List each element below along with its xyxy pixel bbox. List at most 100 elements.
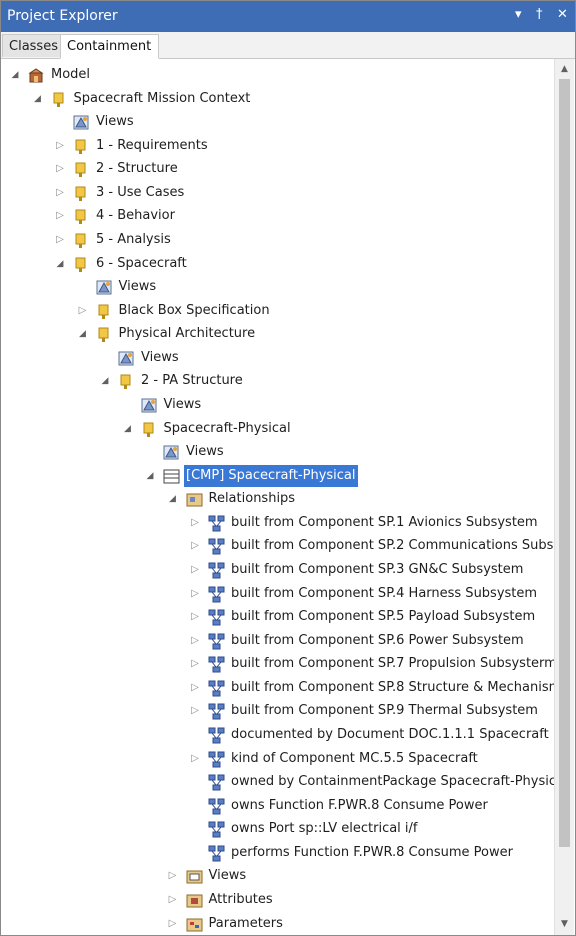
tree-node-label[interactable]: Spacecraft Mission Context <box>72 88 253 110</box>
tree-node-label[interactable]: owns Function F.PWR.8 Consume Power <box>229 795 490 817</box>
tree-node[interactable]: ▷ Black Box Specification <box>1 300 554 322</box>
tree-node[interactable]: ◢ Model <box>1 64 554 86</box>
tree-node[interactable]: owned by ContainmentPackage Spacecraft-P… <box>1 771 554 793</box>
expand-arrow-icon[interactable]: ▷ <box>190 535 200 557</box>
tree-node-label[interactable]: 6 - Spacecraft <box>94 253 189 275</box>
collapse-arrow-icon[interactable]: ◢ <box>168 488 178 510</box>
tree-node[interactable]: ▷ built from Component SP.3 GN&C Subsyste… <box>1 559 554 581</box>
expand-arrow-icon[interactable]: ▷ <box>190 748 200 770</box>
expand-arrow-icon[interactable]: ▷ <box>190 653 200 675</box>
tree-node-label[interactable]: Views <box>139 347 181 369</box>
tree-node[interactable]: ▷ built from Component SP.2 Communication… <box>1 535 554 557</box>
tree-node[interactable]: ▷ 4 - Behavior <box>1 205 554 227</box>
collapse-arrow-icon[interactable]: ◢ <box>33 88 43 110</box>
tree-node-label[interactable]: built from Component SP.9 Thermal Subsys… <box>229 700 540 722</box>
tree-node-label[interactable]: built from Component SP.7 Propulsion Sub… <box>229 653 554 675</box>
tree-node[interactable]: ▷ 1 - Requirements <box>1 135 554 157</box>
tree-node-label[interactable]: Model <box>49 64 92 86</box>
tree-node[interactable]: ▷ built from Component SP.5 Payload Subsy… <box>1 606 554 628</box>
expand-arrow-icon[interactable]: ▷ <box>190 606 200 628</box>
tree-node-label[interactable]: owned by ContainmentPackage Spacecraft-P… <box>229 771 554 793</box>
tree-node[interactable]: documented by Document DOC.1.1.1 Spacecr… <box>1 724 554 746</box>
tree-node-label[interactable]: Black Box Specification <box>117 300 272 322</box>
tree-node-label[interactable]: 5 - Analysis <box>94 229 173 251</box>
tree-node[interactable]: ▷ 5 - Analysis <box>1 229 554 251</box>
tree-node-label[interactable]: Physical Architecture <box>117 323 258 345</box>
tree-node[interactable]: owns Port sp::LV electrical i/f <box>1 818 554 840</box>
pin-icon[interactable]: † <box>536 7 543 22</box>
tree-node-label[interactable]: 2 - PA Structure <box>139 370 245 392</box>
tree-node-label[interactable]: built from Component SP.2 Communications… <box>229 535 554 557</box>
collapse-arrow-icon[interactable]: ◢ <box>145 465 155 487</box>
tree-node[interactable]: ▷ built from Component SP.4 Harness Subsy… <box>1 583 554 605</box>
expand-arrow-icon[interactable]: ▷ <box>78 300 88 322</box>
tree-node-label[interactable]: 1 - Requirements <box>94 135 210 157</box>
expand-arrow-icon[interactable]: ▷ <box>55 135 65 157</box>
tree-node[interactable]: ▷ 2 - Structure <box>1 158 554 180</box>
close-icon[interactable]: ✕ <box>557 7 568 22</box>
scroll-thumb[interactable] <box>559 79 570 847</box>
tree-node-label[interactable]: [CMP] Spacecraft-Physical <box>183 463 359 488</box>
tree-node-label[interactable]: owns Port sp::LV electrical i/f <box>229 818 420 840</box>
tree-node[interactable]: owns Function F.PWR.8 Consume Power <box>1 795 554 817</box>
expand-arrow-icon[interactable]: ▷ <box>190 630 200 652</box>
scroll-up-arrow[interactable]: ▲ <box>555 61 574 78</box>
tree-node[interactable]: ▷ built from Component SP.7 Propulsion Su… <box>1 653 554 675</box>
tree-node[interactable]: ◢ Spacecraft Mission Context <box>1 88 554 110</box>
tree-node[interactable]: ▷ built from Component SP.1 Avionics Subs… <box>1 512 554 534</box>
tree-node[interactable]: ▷ built from Component SP.6 Power Subsyst… <box>1 630 554 652</box>
tree-node-label[interactable]: kind of Component MC.5.5 Spacecraft <box>229 748 480 770</box>
expand-arrow-icon[interactable]: ▷ <box>168 865 178 887</box>
tree-node-label[interactable]: Views <box>117 276 159 298</box>
collapse-arrow-icon[interactable]: ◢ <box>123 418 133 440</box>
expand-arrow-icon[interactable]: ▷ <box>168 913 178 935</box>
tree-node[interactable]: ▷ built from Component SP.8 Structure & M… <box>1 677 554 699</box>
expand-arrow-icon[interactable]: ▷ <box>190 700 200 722</box>
tree-node-label[interactable]: Attributes <box>207 889 275 911</box>
tree-node-label[interactable]: built from Component SP.3 GN&C Subsystem <box>229 559 525 581</box>
tree-node-label[interactable]: Views <box>94 111 136 133</box>
tree-node-label[interactable]: built from Component SP.4 Harness Subsys… <box>229 583 539 605</box>
expand-arrow-icon[interactable]: ▷ <box>55 158 65 180</box>
tree-node-label[interactable]: 2 - Structure <box>94 158 180 180</box>
tree-node[interactable]: ◢ 2 - PA Structure <box>1 370 554 392</box>
tree-node-label[interactable]: Parameters <box>207 913 285 935</box>
tree-node[interactable]: ▷ 3 - Use Cases <box>1 182 554 204</box>
tree-node[interactable]: ▷ kind of Component MC.5.5 Spacecraft <box>1 748 554 770</box>
panel-titlebar[interactable]: Project Explorer ▾ † ✕ <box>1 1 575 32</box>
expand-arrow-icon[interactable]: ▷ <box>55 229 65 251</box>
tree-node-label[interactable]: built from Component SP.1 Avionics Subsy… <box>229 512 540 534</box>
tree-node[interactable]: ◢ Physical Architecture <box>1 323 554 345</box>
tree-node[interactable]: Views <box>1 441 554 463</box>
vertical-scrollbar[interactable]: ▲ ▼ <box>554 59 574 935</box>
tree-node-label[interactable]: Views <box>207 865 249 887</box>
tree-node[interactable]: Views <box>1 276 554 298</box>
dropdown-menu-icon[interactable]: ▾ <box>515 7 522 22</box>
collapse-arrow-icon[interactable]: ◢ <box>10 64 20 86</box>
tree-node[interactable]: Views <box>1 394 554 416</box>
expand-arrow-icon[interactable]: ▷ <box>190 512 200 534</box>
tree-node-label[interactable]: Views <box>162 394 204 416</box>
tree-node-label[interactable]: built from Component SP.8 Structure & Me… <box>229 677 554 699</box>
tree-node[interactable]: ◢ Relationships <box>1 488 554 510</box>
expand-arrow-icon[interactable]: ▷ <box>190 583 200 605</box>
tree-node-label[interactable]: Spacecraft-Physical <box>162 418 293 440</box>
collapse-arrow-icon[interactable]: ◢ <box>100 370 110 392</box>
expand-arrow-icon[interactable]: ▷ <box>168 889 178 911</box>
expand-arrow-icon[interactable]: ▷ <box>190 559 200 581</box>
tree-node[interactable]: Views <box>1 347 554 369</box>
tree-node-label[interactable]: 3 - Use Cases <box>94 182 186 204</box>
tree-node-label[interactable]: built from Component SP.5 Payload Subsys… <box>229 606 537 628</box>
expand-arrow-icon[interactable]: ▷ <box>55 205 65 227</box>
scroll-down-arrow[interactable]: ▼ <box>555 916 574 933</box>
tab-containment[interactable]: Containment <box>60 34 159 59</box>
tree-node[interactable]: ◢ Spacecraft-Physical <box>1 418 554 440</box>
tree-node-label[interactable]: performs Function F.PWR.8 Consume Power <box>229 842 515 864</box>
expand-arrow-icon[interactable]: ▷ <box>55 182 65 204</box>
tree-node[interactable]: ▷ Parameters <box>1 913 554 935</box>
expand-arrow-icon[interactable]: ▷ <box>190 677 200 699</box>
collapse-arrow-icon[interactable]: ◢ <box>55 253 65 275</box>
collapse-arrow-icon[interactable]: ◢ <box>78 323 88 345</box>
tree-node-label[interactable]: Views <box>184 441 226 463</box>
tree-node-label[interactable]: documented by Document DOC.1.1.1 Spacecr… <box>229 724 554 746</box>
